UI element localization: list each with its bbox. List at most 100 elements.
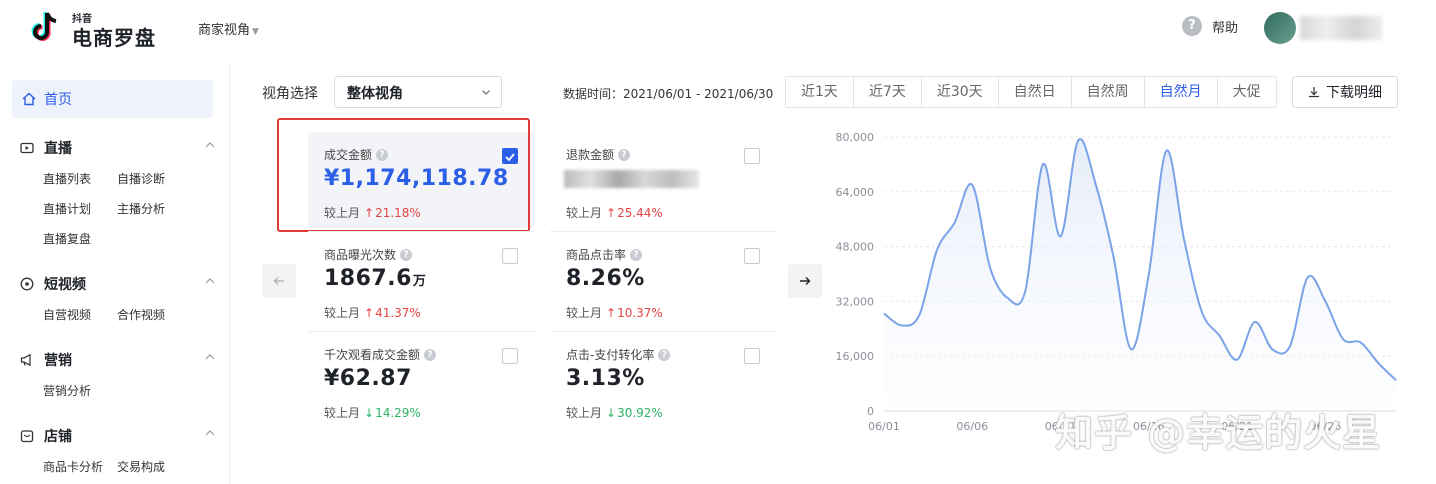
download-icon	[1309, 87, 1319, 98]
metric-checkbox[interactable]	[502, 348, 518, 364]
sidebar-item-live-list[interactable]: 直播列表	[43, 170, 91, 187]
live-icon	[20, 142, 34, 154]
sidebar-group-label: 店铺	[44, 429, 72, 445]
metric-label: 商品曝光次数?	[324, 246, 413, 263]
sidebar-group-label: 直播	[44, 141, 72, 157]
question-icon[interactable]: ?	[424, 348, 437, 361]
metric-label-text: 商品曝光次数	[324, 248, 397, 262]
tab-natural-day[interactable]: 自然日	[999, 77, 1072, 107]
sidebar-item-live-plan[interactable]: 直播计划	[43, 200, 91, 217]
view-select[interactable]: 整体视角	[334, 76, 502, 108]
y-tick-label: 80,000	[836, 131, 875, 144]
avatar[interactable]	[1264, 12, 1296, 44]
chevron-up-icon	[205, 430, 215, 436]
metric-card-ctr[interactable]: 商品点击率? 8.26% 较上月 ↑10.37%	[550, 232, 776, 328]
sidebar-group-marketing[interactable]: 营销	[20, 350, 215, 370]
metric-checkbox[interactable]	[502, 248, 518, 264]
douyin-logo-icon	[31, 12, 57, 41]
metric-card-conversion[interactable]: 点击-支付转化率? 3.13% 较上月 ↓30.92%	[550, 332, 776, 428]
metrics-next-button[interactable]	[788, 264, 822, 298]
role-switch[interactable]: 商家视角 ▼	[198, 19, 259, 38]
question-icon[interactable]: ?	[618, 148, 631, 161]
metric-unit: 万	[412, 274, 427, 289]
help-link[interactable]: ? 帮助	[1182, 16, 1238, 36]
compare-label: 较上月	[324, 406, 361, 420]
question-icon[interactable]: ?	[630, 248, 643, 261]
metric-card-impressions[interactable]: 商品曝光次数? 1867.6万 较上月 ↑41.37%	[308, 232, 534, 328]
question-icon[interactable]: ?	[376, 148, 389, 161]
sidebar-group-label: 营销	[44, 353, 72, 369]
arrow-left-icon	[273, 277, 284, 285]
y-tick-label: 16,000	[836, 350, 875, 363]
metric-value: ¥62.87	[324, 366, 412, 391]
y-tick-label: 32,000	[836, 295, 875, 308]
compare-label: 较上月	[324, 306, 361, 320]
app-logo[interactable]: 抖音 电商罗盘	[30, 8, 170, 50]
sidebar-item-marketing-analysis[interactable]: 营销分析	[43, 382, 91, 399]
sidebar-item-transaction-structure[interactable]: 交易构成	[117, 458, 165, 475]
tab-last-7-days[interactable]: 近7天	[854, 77, 922, 107]
check-icon	[505, 153, 515, 162]
sidebar-item-home[interactable]: 首页	[12, 80, 213, 118]
metric-change: 30.92%	[617, 406, 663, 420]
tab-last-30-days[interactable]: 近30天	[922, 77, 999, 107]
sidebar-group-label: 短视频	[44, 277, 86, 293]
metric-label: 千次观看成交金额?	[324, 346, 437, 363]
gmv-trend-chart[interactable]: 0 16,000 32,000 48,000 64,000 80,000 06/01 06/0…	[826, 124, 1406, 444]
metric-change: 25.44%	[617, 206, 663, 220]
sidebar-item-partner-video[interactable]: 合作视频	[117, 306, 165, 323]
tab-last-1-day[interactable]: 近1天	[786, 77, 854, 107]
megaphone-icon	[20, 353, 31, 367]
metric-checkbox[interactable]	[744, 348, 760, 364]
metric-card-gpm[interactable]: 千次观看成交金额? ¥62.87 较上月 ↓14.29%	[308, 332, 534, 428]
metric-compare: 较上月 ↓14.29%	[324, 404, 421, 421]
sidebar-group-live[interactable]: 直播	[20, 138, 215, 158]
compare-label: 较上月	[566, 406, 603, 420]
tab-promotion[interactable]: 大促	[1218, 77, 1276, 107]
download-details-button[interactable]: 下载明细	[1292, 76, 1398, 108]
metric-compare: 较上月 ↓30.92%	[566, 404, 663, 421]
metric-change: 14.29%	[375, 406, 421, 420]
compare-label: 较上月	[324, 206, 361, 220]
home-icon	[22, 92, 36, 106]
series-area	[884, 139, 1396, 411]
time-range-tabs: 近1天 近7天 近30天 自然日 自然周 自然月 大促	[785, 76, 1277, 108]
sidebar-item-product-card-analysis[interactable]: 商品卡分析	[43, 458, 103, 475]
arrow-right-icon	[800, 277, 811, 285]
trend-down-icon: ↓	[606, 406, 617, 420]
y-tick-label: 0	[867, 405, 874, 418]
metric-card-gmv[interactable]: 成交金额? ¥1,174,118.78 较上月 ↑21.18%	[308, 132, 534, 228]
store-icon	[20, 430, 34, 443]
tab-natural-month[interactable]: 自然月	[1145, 77, 1218, 107]
metric-label-text: 成交金额	[324, 148, 373, 162]
metric-compare: 较上月 ↑41.37%	[324, 304, 421, 321]
sidebar-item-own-video[interactable]: 自营视频	[43, 306, 91, 323]
question-icon[interactable]: ?	[658, 348, 671, 361]
sidebar-item-anchor-analysis[interactable]: 主播分析	[117, 200, 165, 217]
metric-checkbox[interactable]	[502, 148, 518, 164]
metric-checkbox[interactable]	[744, 248, 760, 264]
tab-natural-week[interactable]: 自然周	[1072, 77, 1145, 107]
metric-card-refund[interactable]: 退款金额? 较上月 ↑25.44%	[550, 132, 776, 228]
trend-up-icon: ↑	[606, 206, 617, 220]
trend-up-icon: ↑	[364, 206, 375, 220]
metric-label-text: 千次观看成交金额	[324, 348, 421, 362]
sidebar-group-short-video[interactable]: 短视频	[20, 274, 215, 294]
user-name-redacted	[1300, 16, 1382, 40]
sidebar-group-store[interactable]: 店铺	[20, 426, 215, 446]
chevron-down-icon	[482, 90, 490, 95]
top-bar: 抖音 电商罗盘 商家视角 ▼ ? 帮助	[0, 0, 1436, 56]
metric-compare: 较上月 ↑10.37%	[566, 304, 663, 321]
metric-value-number: 1867.6	[324, 266, 412, 291]
metrics-prev-button[interactable]	[262, 264, 296, 298]
question-icon[interactable]: ?	[400, 248, 413, 261]
chevron-up-icon	[205, 142, 215, 148]
logo-title: 电商罗盘	[72, 26, 156, 50]
sidebar-home-label: 首页	[44, 92, 72, 108]
sidebar-item-live-review[interactable]: 直播复盘	[43, 230, 91, 247]
trend-up-icon: ↑	[606, 306, 617, 320]
sidebar-item-self-live-diagnosis[interactable]: 自播诊断	[117, 170, 165, 187]
y-tick-label: 48,000	[836, 241, 875, 254]
caret-down-icon: ▼	[252, 27, 259, 37]
metric-checkbox[interactable]	[744, 148, 760, 164]
